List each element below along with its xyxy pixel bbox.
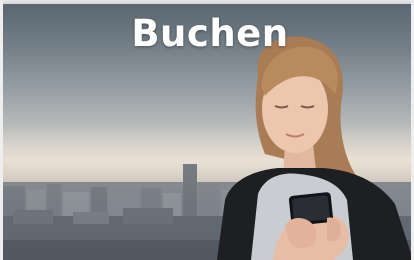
buchen-banner[interactable]: Buchen [3, 4, 411, 260]
banner-frame: Buchen [0, 0, 414, 260]
woman-figure [217, 36, 411, 260]
banner-title: Buchen [131, 12, 289, 55]
